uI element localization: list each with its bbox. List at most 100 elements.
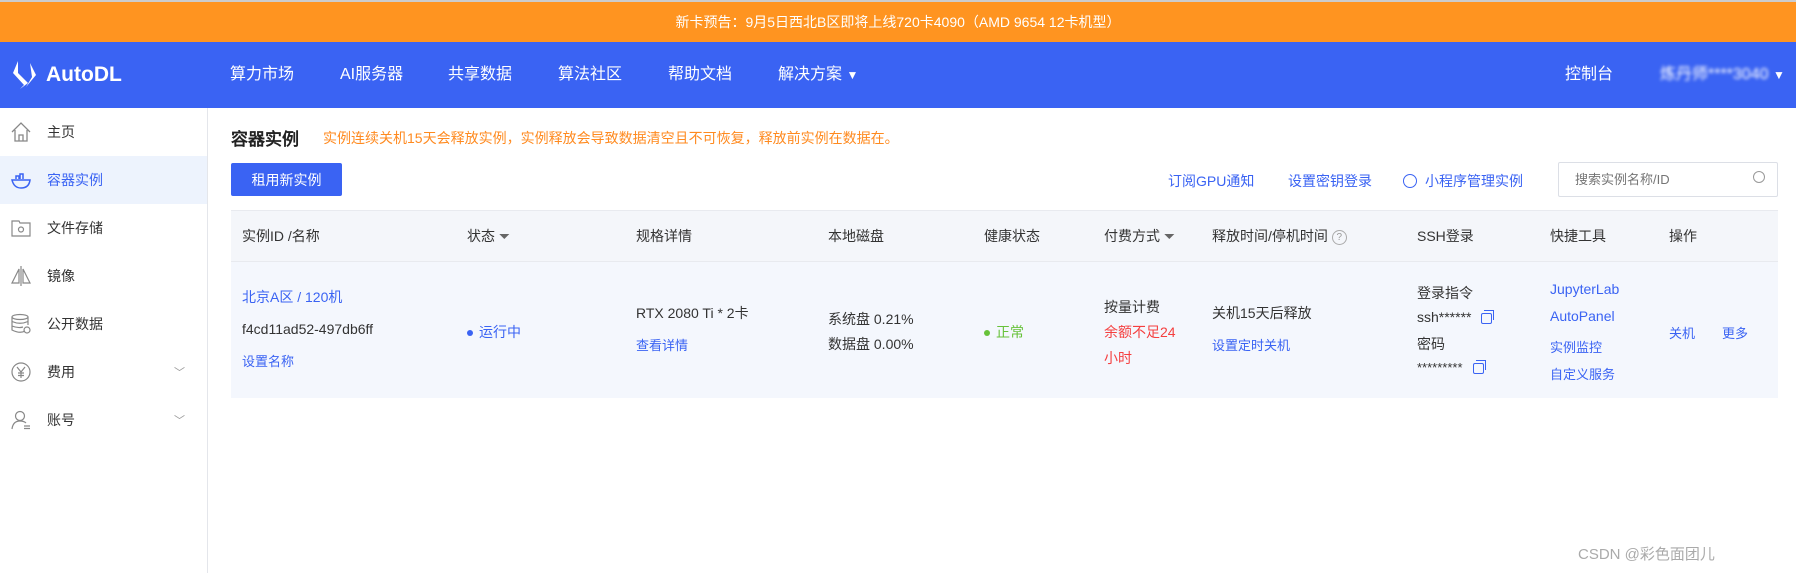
sidebar-item-label: 账号 — [47, 412, 75, 428]
schedule-shutdown-link[interactable]: 设置定时关机 — [1212, 335, 1290, 354]
sidebar-item-public-data[interactable]: 公开数据 — [0, 300, 207, 348]
sidebar-item-containers[interactable]: 容器实例 — [0, 156, 207, 204]
sidebar-item-billing[interactable]: 费用 ﹀ — [0, 348, 207, 396]
header-spec: 规格详情 — [636, 228, 692, 244]
home-icon — [9, 120, 33, 144]
balance-warning: 余额不足24 — [1104, 324, 1176, 340]
nav-item-solutions[interactable]: 解决方案 ▼ — [778, 42, 858, 108]
header-health: 健康状态 — [984, 228, 1040, 244]
sidebar-item-label: 公开数据 — [47, 316, 103, 332]
logo-text: AutoDL — [46, 63, 122, 86]
sidebar-item-label: 费用 — [47, 364, 75, 380]
header-label: 释放时间/停机时间 — [1212, 228, 1328, 244]
tool-autopanel[interactable]: AutoPanel — [1550, 308, 1615, 324]
nav-item-shared-data[interactable]: 共享数据 — [448, 42, 512, 108]
header-instance-id: 实例ID /名称 — [242, 228, 320, 244]
help-icon[interactable]: ? — [1331, 230, 1347, 245]
sidebar-item-home[interactable]: 主页 — [0, 108, 207, 156]
tool-jupyterlab[interactable]: JupyterLab — [1550, 281, 1619, 297]
copy-icon[interactable] — [1472, 360, 1486, 375]
mirror-icon — [9, 264, 33, 288]
chevron-down-icon: ﹀ — [174, 367, 185, 379]
caret-down-icon: ▼ — [846, 68, 859, 82]
sidebar-item-file-storage[interactable]: 文件存储 — [0, 204, 207, 252]
top-nav: AutoDL 算力市场 AI服务器 共享数据 算法社区 帮助文档 解决方案 ▼ … — [0, 42, 1796, 108]
chevron-down-icon: ﹀ — [174, 415, 185, 427]
header-release-time: 释放时间/停机时间 ? — [1212, 226, 1347, 246]
sidebar-item-account[interactable]: 账号 ﹀ — [0, 396, 207, 444]
user-icon — [9, 408, 33, 432]
sidebar-item-images[interactable]: 镜像 — [0, 252, 207, 300]
search-input[interactable] — [1559, 163, 1739, 196]
search-input-wrapper — [1558, 162, 1778, 197]
view-detail-link[interactable]: 查看详情 — [636, 335, 688, 354]
solutions-label: 解决方案 — [778, 66, 843, 83]
health-dot-icon — [984, 330, 990, 337]
ssh-key-login-link[interactable]: 设置密钥登录 — [1288, 171, 1372, 191]
billing-type: 按量计费 — [1104, 299, 1160, 315]
tool-instance-monitor[interactable]: 实例监控 — [1550, 337, 1602, 356]
header-actions: 操作 — [1669, 228, 1697, 244]
password-value: ********* — [1417, 360, 1463, 375]
username: 炼丹师****3040 — [1660, 66, 1769, 83]
announcement-banner[interactable]: 新卡预告：9月5日西北B区即将上线720卡4090（AMD 9654 12卡机型… — [0, 2, 1796, 42]
header-label: 状态 — [467, 228, 495, 244]
folder-gear-icon — [9, 216, 33, 240]
nav-item-community[interactable]: 算法社区 — [558, 42, 622, 108]
sidebar-item-label: 容器实例 — [47, 172, 103, 188]
spec-text: RTX 2080 Ti * 2卡 — [636, 305, 749, 321]
header-billing[interactable]: 付费方式 ⏷ — [1104, 226, 1175, 246]
sidebar-item-label: 文件存储 — [47, 220, 103, 236]
header-disk: 本地磁盘 — [828, 228, 884, 244]
ssh-command: ssh****** — [1417, 309, 1495, 325]
status-badge: 运行中 — [467, 322, 521, 342]
data-disk-usage: 数据盘 0.00% — [828, 336, 914, 352]
sidebar: 主页 容器实例 文件存储 镜像 公开数据 费用 ﹀ 账号 ﹀ — [0, 108, 208, 573]
nav-item-compute-market[interactable]: 算力市场 — [230, 42, 294, 108]
filter-icon[interactable]: ⏷ — [499, 228, 510, 244]
yen-icon — [9, 360, 33, 384]
header-tools: 快捷工具 — [1550, 228, 1606, 244]
autodl-logo-icon — [13, 61, 36, 89]
system-disk-usage: 系统盘 0.21% — [828, 311, 914, 327]
header-status[interactable]: 状态 ⏷ — [467, 226, 510, 246]
password-label: 密码 — [1417, 336, 1445, 352]
instance-region-link[interactable]: 北京A区 / 120机 — [242, 287, 342, 307]
shutdown-button[interactable]: 关机 — [1669, 323, 1695, 342]
rent-new-instance-button[interactable]: 租用新实例 — [231, 163, 342, 196]
sidebar-item-label: 镜像 — [47, 268, 75, 284]
instance-id: f4cd11ad52-497db6ff — [242, 321, 374, 337]
miniprogram-manage-link[interactable]: 小程序管理实例 — [1403, 171, 1523, 191]
filter-icon[interactable]: ⏷ — [1164, 228, 1175, 244]
password: ********* — [1417, 360, 1486, 375]
database-icon — [9, 312, 33, 336]
status-text: 运行中 — [479, 324, 521, 340]
logo[interactable]: AutoDL — [10, 59, 122, 91]
nav-item-ai-server[interactable]: AI服务器 — [340, 42, 403, 108]
health-text: 正常 — [996, 324, 1024, 340]
release-warning: 实例连续关机15天会释放实例，实例释放会导致数据清空且不可恢复，释放前实例在数据… — [323, 130, 899, 146]
caret-down-icon: ▼ — [1772, 68, 1785, 82]
ssh-command-value: ssh****** — [1417, 309, 1472, 325]
subscribe-gpu-notify-link[interactable]: 订阅GPU通知 — [1168, 171, 1254, 191]
user-menu[interactable]: 炼丹师****3040 ▼ — [1660, 42, 1785, 108]
nav-console[interactable]: 控制台 — [1565, 42, 1613, 108]
page-title: 容器实例 — [231, 130, 299, 149]
more-button[interactable]: 更多 — [1722, 323, 1748, 342]
miniprogram-icon — [1403, 174, 1417, 188]
container-icon — [9, 168, 33, 192]
ssh-command-label: 登录指令 — [1417, 285, 1473, 301]
tool-custom-service[interactable]: 自定义服务 — [1550, 364, 1615, 383]
header-ssh: SSH登录 — [1417, 228, 1474, 244]
sidebar-item-label: 主页 — [47, 124, 75, 140]
copy-icon[interactable] — [1481, 309, 1495, 324]
set-name-link[interactable]: 设置名称 — [242, 351, 294, 370]
health-badge: 正常 — [984, 322, 1024, 342]
balance-warning-cont: 小时 — [1104, 350, 1132, 366]
miniprogram-label: 小程序管理实例 — [1425, 173, 1523, 189]
release-info: 关机15天后释放 — [1212, 305, 1312, 321]
status-dot-icon — [467, 330, 473, 337]
nav-item-help-docs[interactable]: 帮助文档 — [668, 42, 732, 108]
header-label: 付费方式 — [1104, 228, 1160, 244]
search-icon[interactable] — [1753, 171, 1765, 183]
